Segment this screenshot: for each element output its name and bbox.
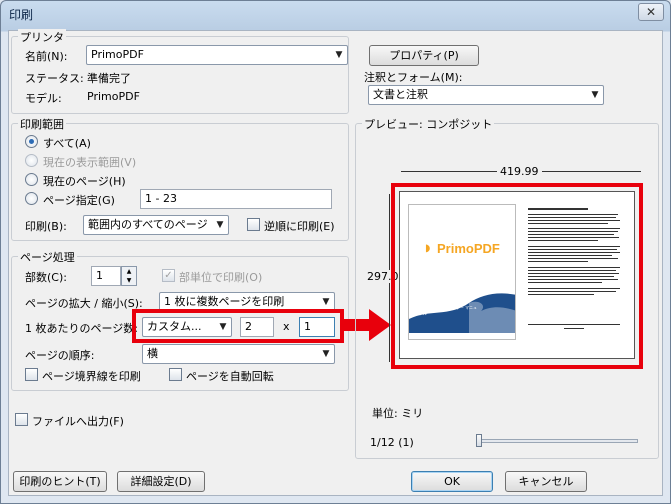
status-value: 準備完了 (87, 72, 131, 85)
cancel-button[interactable]: キャンセル (505, 471, 587, 492)
status-label: ステータス: (25, 72, 84, 85)
printer-name-value: PrimoPDF (91, 48, 144, 61)
model-label: モデル: (25, 92, 62, 105)
page-counter: 1/12 (1) (370, 436, 414, 449)
range-all-radio[interactable] (25, 135, 38, 148)
auto-rotate-checkbox[interactable] (169, 368, 182, 381)
preview-slider-thumb[interactable] (476, 434, 482, 447)
reverse-order-label[interactable]: 逆順に印刷(E) (264, 218, 335, 234)
notes-forms-select[interactable]: 文書と注釈 ▼ (368, 85, 604, 105)
reverse-order-checkbox[interactable] (247, 218, 260, 231)
dialog-client-area: プリンタ 名前(N): PrimoPDF ▼ プロパティ(P) ステータス: 準… (8, 29, 663, 496)
chevron-down-icon: ▼ (591, 90, 599, 100)
preview-group-label: プレビュー: コンポジット (362, 116, 495, 132)
print-borders-checkbox[interactable] (25, 368, 38, 381)
printer-group-label: プリンタ (18, 29, 66, 45)
range-all-label[interactable]: すべて(A) (43, 135, 91, 151)
preview-highlight (391, 183, 643, 369)
notes-forms-value: 文書と注釈 (373, 88, 428, 101)
print-range-group-label: 印刷範囲 (18, 116, 66, 132)
close-button[interactable]: ✕ (638, 3, 664, 21)
range-pages-label[interactable]: ページ指定(G) (43, 192, 115, 208)
print-to-file-label[interactable]: ファイルへ出力(F) (32, 413, 124, 429)
preview-slider-track[interactable] (476, 439, 638, 443)
print-borders-label[interactable]: ページ境界線を印刷 (42, 368, 141, 384)
printer-name-select[interactable]: PrimoPDF ▼ (86, 45, 348, 65)
chevron-down-icon: ▼ (322, 349, 330, 359)
properties-button[interactable]: プロパティ(P) (369, 45, 479, 66)
chevron-down-icon: ▼ (335, 50, 343, 60)
page-range-input[interactable]: 1 - 23 (140, 189, 332, 209)
range-current-radio[interactable] (25, 173, 38, 186)
width-dimension-value: 419.99 (497, 165, 542, 178)
auto-rotate-label[interactable]: ページを自動回転 (186, 368, 274, 384)
print-subset-select[interactable]: 範囲内のすべてのページ ▼ (83, 215, 229, 235)
advanced-button[interactable]: 詳細設定(D) (117, 471, 205, 492)
pages-per-sheet-highlight (132, 309, 344, 343)
copies-label: 部数(C): (25, 271, 67, 284)
copies-input[interactable]: 1 (91, 266, 121, 286)
print-subset-label: 印刷(B): (25, 220, 67, 233)
page-handling-group-label: ページ処理 (18, 249, 77, 265)
range-current-label[interactable]: 現在のページ(H) (43, 173, 126, 189)
range-pages-radio[interactable] (25, 192, 38, 205)
page-order-label: ページの順序: (25, 349, 95, 362)
model-value: PrimoPDF (87, 90, 140, 103)
range-view-radio[interactable] (25, 154, 38, 167)
chevron-down-icon: ▼ (216, 220, 224, 230)
range-view-label[interactable]: 現在の表示範囲(V) (43, 154, 136, 170)
window-title: 印刷 (9, 8, 34, 22)
copies-stepper[interactable]: ▲ ▼ (121, 266, 137, 286)
print-tips-button[interactable]: 印刷のヒント(T) (13, 471, 107, 492)
print-subset-value: 範囲内のすべてのページ (88, 218, 208, 231)
print-to-file-checkbox[interactable] (15, 413, 28, 426)
notes-forms-label: 注釈とフォーム(M): (364, 71, 463, 84)
title-bar[interactable]: 印刷 ✕ (1, 1, 670, 25)
collate-label[interactable]: 部単位で印刷(O) (179, 269, 262, 285)
collate-checkbox[interactable]: ✓ (162, 269, 175, 282)
scaling-value: 1 枚に複数ページを印刷 (164, 295, 285, 308)
pages-per-sheet-label: 1 枚あたりのページ数: (25, 322, 138, 335)
printer-name-label: 名前(N): (25, 50, 68, 63)
page-order-value: 横 (147, 347, 158, 360)
unit-label: 単位: ミリ (372, 407, 424, 420)
ok-button[interactable]: OK (411, 471, 493, 492)
page-order-select[interactable]: 横 ▼ (142, 344, 335, 364)
scaling-label: ページの拡大 / 縮小(S): (25, 297, 143, 310)
